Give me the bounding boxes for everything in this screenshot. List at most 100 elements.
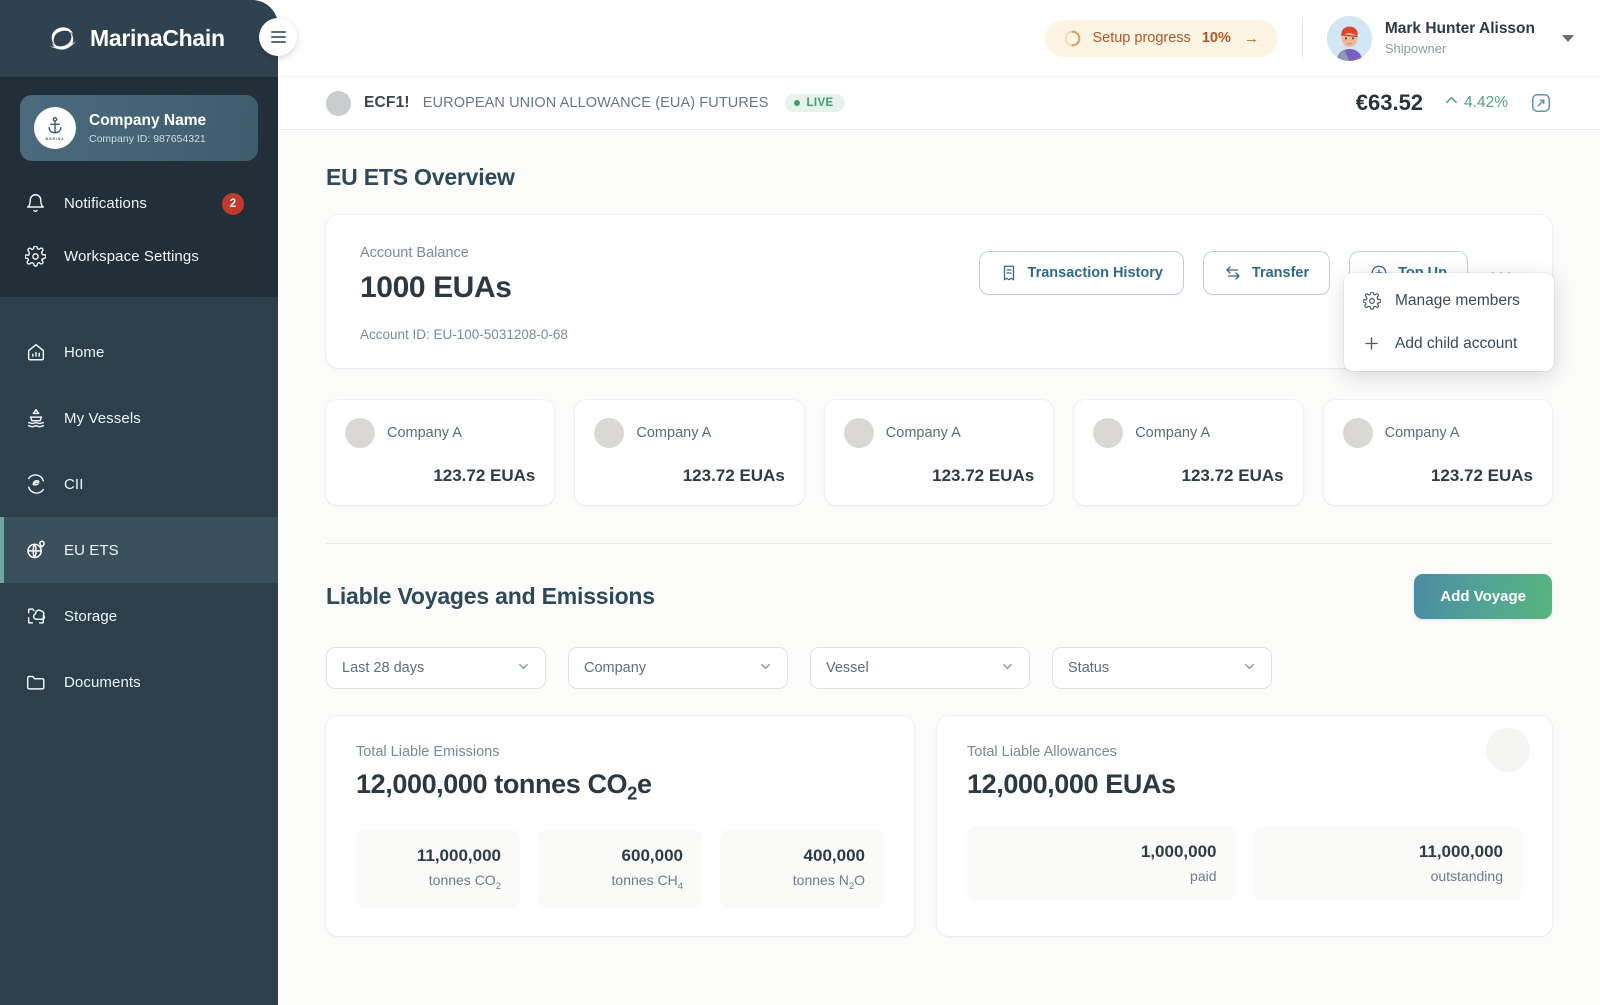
sidebar-item-documents[interactable]: Documents [0,649,278,715]
balance-info: Account Balance 1000 EUAs Account ID: EU… [360,245,979,342]
breakdown-unit-suffix: O [854,872,865,889]
sidebar-brand-area: MarinaChain [0,0,297,77]
ticker-right: €63.52 4.42% [1356,90,1552,116]
receipt-icon [1000,264,1018,282]
company-balance: 123.72 EUAs [1181,466,1284,485]
transaction-history-button[interactable]: Transaction History [978,251,1184,295]
menu-item-manage-members[interactable]: Manage members [1344,279,1554,322]
sidebar-item-my-vessels[interactable]: My Vessels [0,385,278,451]
sidebar-item-label: Documents [64,673,141,691]
user-avatar [1326,15,1372,61]
setup-progress-button[interactable]: Setup progress 10% → [1045,19,1278,57]
stats-row: Total Liable Emissions 12,000,000 tonnes… [326,716,1552,937]
menu-item-add-child-account[interactable]: Add child account [1344,322,1554,365]
breakdown-label: tonnes CH4 [557,872,683,892]
add-voyage-button[interactable]: Add Voyage [1414,574,1552,619]
breakdown-unit-prefix: tonnes CH [611,872,678,889]
company-switcher[interactable]: MARINA Company Name Company ID: 98765432… [20,95,258,161]
company-info: Company Name Company ID: 987654321 [89,111,206,144]
company-name: Company Name [89,112,207,130]
sidebar-item-workspace-settings[interactable]: Workspace Settings [0,230,278,283]
user-info: Mark Hunter Alisson Shipowner [1385,20,1535,56]
sidebar-item-notifications[interactable]: Notifications 2 [0,177,278,230]
list-item[interactable]: Company A 123.72 EUAs [1323,400,1552,505]
company-header: Company A [594,418,784,448]
emissions-unit-sub: 2 [627,782,637,804]
company-name: Company A [885,425,961,441]
breakdown-item: 400,000 tonnes N2O [720,830,884,909]
ticker-left: ECF1! EUROPEAN UNION ALLOWANCE (EUA) FUT… [326,90,1356,116]
cloud-storage-icon [24,605,47,628]
sidebar-item-home[interactable]: Home [0,319,278,385]
company-avatar-icon [594,418,625,448]
list-item[interactable]: Company A 123.72 EUAs [326,400,555,505]
voyages-title: Liable Voyages and Emissions [326,583,655,609]
chevron-down-icon[interactable] [1562,34,1574,42]
company-header: Company A [1093,418,1283,448]
user-name: Mark Hunter Alisson [1384,20,1535,38]
sidebar-item-storage[interactable]: Storage [0,583,278,649]
sidebar-item-label: Notifications [64,195,148,212]
leaf-cycle-icon [24,473,47,496]
user-role: Shipowner [1384,40,1447,56]
sidebar-item-cii[interactable]: CII [0,451,278,517]
breakdown-unit-sub: 2 [495,881,501,893]
decorative-circle [1486,728,1530,772]
company-balance: 123.72 EUAs [682,466,785,485]
emissions-breakdown: 11,000,000 tonnes CO2 600,000 tonnes CH4… [356,830,884,909]
gear-icon [1362,291,1381,310]
breakdown-value: 11,000,000 [416,846,501,866]
company-header: Company A [843,418,1034,448]
breakdown-unit-prefix: tonnes N [792,872,849,889]
breakdown-label: tonnes CO2 [375,872,501,892]
filter-date-range[interactable]: Last 28 days [326,647,546,689]
filter-status[interactable]: Status [1052,647,1272,689]
breakdown-item: 1,000,000 paid [967,826,1236,900]
company-avatar-icon [345,418,375,448]
sidebar-item-label: CII [64,475,84,493]
emissions-value: 12,000,000 tonnes CO2e [356,769,884,804]
account-balance-card: Account Balance 1000 EUAs Account ID: EU… [326,215,1554,371]
content-scroll-region: EU ETS Overview Account Balance 1000 EUA… [278,130,1600,1005]
company-balance: 123.72 EUAs [932,466,1035,485]
ship-icon [24,407,47,430]
plus-icon [1362,334,1381,353]
brand-name: MarinaChain [90,25,225,51]
transfer-button[interactable]: Transfer [1202,251,1331,295]
total-liable-allowances-card: Total Liable Allowances 12,000,000 EUAs … [937,716,1552,937]
chevron-down-icon [1243,660,1256,676]
company-header: Company A [345,418,535,448]
user-menu[interactable]: Mark Hunter Alisson Shipowner [1326,15,1574,61]
allowances-value: 12,000,000 EUAs [967,769,1176,799]
hamburger-lines [270,30,286,44]
emissions-label: Total Liable Emissions [356,744,500,760]
brand[interactable]: MarinaChain [46,22,225,56]
list-item[interactable]: Company A 123.72 EUAs [1074,400,1303,505]
breakdown-unit-prefix: tonnes CO [428,872,496,889]
sidebar-item-label: Storage [64,607,118,625]
emissions-number: 12,000,000 [356,769,488,799]
company-name: Company A [387,425,462,441]
page-title: EU ETS Overview [326,164,515,190]
chevron-down-icon [517,660,530,676]
sidebar-item-label: Home [64,343,105,361]
menu-item-label: Manage members [1395,291,1520,309]
hamburger-icon[interactable] [259,18,297,56]
folder-icon [24,671,47,694]
account-id: Account ID: EU-100-5031208-0-68 [360,327,568,342]
setup-progress-label: Setup progress [1092,30,1191,46]
sidebar-item-eu-ets[interactable]: EU ETS [0,517,278,583]
expand-panel-icon[interactable] [1530,92,1552,114]
breakdown-unit-sub: 4 [677,881,683,893]
filter-vessel[interactable]: Vessel [810,647,1030,689]
breakdown-value: 600,000 [621,846,683,866]
company-avatar-icon [1342,418,1373,448]
ticker-symbol: ECF1! [364,94,410,111]
home-chart-icon [24,341,47,364]
breakdown-value: 11,000,000 [1418,842,1503,861]
filter-value: Vessel [826,660,869,676]
list-item[interactable]: Company A 123.72 EUAs [824,400,1054,505]
filter-company[interactable]: Company [568,647,788,689]
list-item[interactable]: Company A 123.72 EUAs [575,400,804,505]
allowances-label: Total Liable Allowances [967,744,1117,760]
